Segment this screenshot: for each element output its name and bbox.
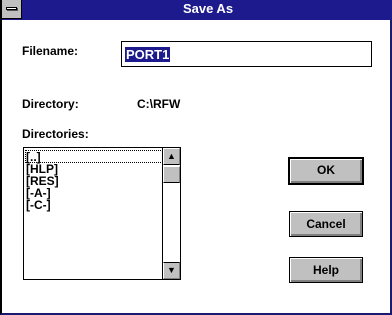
title-bar[interactable]: Save As	[2, 0, 392, 20]
filename-label: Filename:	[22, 44, 79, 58]
window-title: Save As	[182, 1, 234, 16]
list-item[interactable]: [-C-]	[26, 199, 156, 211]
ok-button[interactable]: OK	[288, 157, 364, 185]
vertical-scrollbar[interactable]: ▲ ▼	[162, 148, 180, 279]
directories-listbox[interactable]: [..] [HLP] [RES] [-A-] [-C-] ▲ ▼	[23, 147, 181, 280]
system-menu-button[interactable]	[2, 0, 22, 19]
system-menu-icon	[6, 7, 17, 10]
dialog-window: Save As Filename: PORT1 Directory: C:\RF…	[0, 0, 392, 315]
directories-label: Directories:	[22, 127, 89, 141]
scroll-up-button[interactable]: ▲	[163, 148, 180, 165]
filename-value: PORT1	[125, 47, 171, 62]
help-button[interactable]: Help	[289, 257, 363, 283]
filename-input[interactable]: PORT1	[121, 41, 372, 67]
directory-value: C:\RFW	[137, 97, 181, 111]
scroll-down-button[interactable]: ▼	[163, 262, 180, 279]
cancel-button[interactable]: Cancel	[289, 211, 363, 237]
arrow-down-icon: ▼	[167, 265, 176, 275]
arrow-up-icon: ▲	[167, 151, 176, 161]
directory-label: Directory:	[22, 97, 79, 111]
scroll-thumb[interactable]	[163, 166, 180, 183]
directories-items: [..] [HLP] [RES] [-A-] [-C-]	[26, 151, 156, 211]
